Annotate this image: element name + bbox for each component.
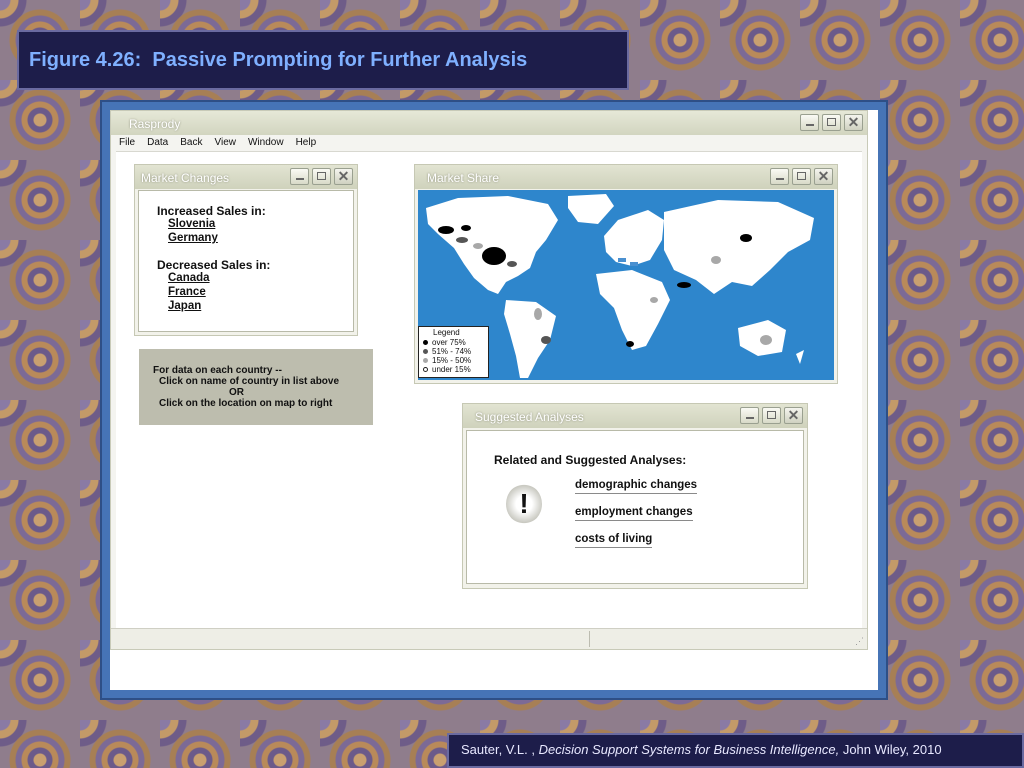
legend-item-over-75: over 75% bbox=[423, 338, 466, 347]
region-over-75-canada bbox=[482, 247, 506, 265]
app-window-controls: ✕ bbox=[800, 114, 863, 131]
country-link-france[interactable]: France bbox=[168, 286, 206, 298]
suggested-analyses-title: Suggested Analyses bbox=[475, 410, 584, 424]
citation-publisher: John Wiley, 2010 bbox=[842, 742, 942, 757]
legend-label: over 75% bbox=[432, 338, 466, 347]
region-over-75-siberia bbox=[740, 234, 752, 242]
market-share-close-button[interactable]: ✕ bbox=[814, 168, 833, 185]
analysis-link-demographic[interactable]: demographic changes bbox=[575, 479, 698, 494]
map-land-north-america bbox=[426, 196, 558, 294]
menu-back[interactable]: Back bbox=[180, 135, 202, 151]
app-minimize-button[interactable] bbox=[800, 114, 819, 131]
region-51-74-na2 bbox=[507, 261, 517, 267]
map-land-europe bbox=[604, 210, 664, 266]
exclamation-icon: ! bbox=[506, 484, 542, 524]
instructions-box: For data on each country -- Click on nam… bbox=[139, 349, 373, 425]
menu-help[interactable]: Help bbox=[296, 135, 317, 151]
legend-item-15-50: 15% - 50% bbox=[423, 356, 471, 365]
menu-bar: File Data Back View Window Help bbox=[111, 135, 867, 151]
market-changes-maximize-button[interactable] bbox=[312, 168, 331, 185]
suggested-analyses-titlebar[interactable]: Suggested Analyses ✕ bbox=[463, 404, 807, 428]
legend-title: Legend bbox=[433, 328, 460, 337]
region-51-74-sam bbox=[541, 336, 551, 344]
suggested-minimize-button[interactable] bbox=[740, 407, 759, 424]
region-over-75-alaska bbox=[461, 225, 471, 231]
europe-highlight-1 bbox=[618, 258, 626, 262]
legend-dot-white bbox=[423, 367, 428, 373]
market-share-minimize-button[interactable] bbox=[770, 168, 789, 185]
region-15-50-af bbox=[534, 308, 542, 320]
market-changes-title: Market Changes bbox=[141, 171, 230, 185]
menu-data[interactable]: Data bbox=[147, 135, 168, 151]
market-share-maximize-button[interactable] bbox=[792, 168, 811, 185]
country-link-japan[interactable]: Japan bbox=[168, 300, 201, 312]
legend-dot-dark-gray bbox=[423, 349, 428, 355]
legend-dot-light-gray bbox=[423, 358, 428, 364]
region-15-50-asia bbox=[711, 256, 721, 264]
hint-line-4: Click on the location on map to right bbox=[159, 398, 333, 409]
region-over-75-nw bbox=[438, 226, 454, 234]
menu-window[interactable]: Window bbox=[248, 135, 284, 151]
map-land-new-zealand bbox=[796, 350, 804, 364]
legend-dot-black bbox=[423, 340, 428, 346]
increased-sales-heading: Increased Sales in: bbox=[157, 204, 266, 218]
region-51-74-aus bbox=[760, 335, 772, 345]
region-over-75-mideast bbox=[677, 282, 691, 288]
analysis-link-employment[interactable]: employment changes bbox=[575, 506, 693, 521]
map-land-africa bbox=[596, 270, 670, 350]
market-changes-titlebar[interactable]: Market Changes ✕ bbox=[135, 165, 357, 189]
app-maximize-button[interactable] bbox=[822, 114, 841, 131]
suggested-analyses-controls: ✕ bbox=[740, 407, 803, 424]
map-land-asia bbox=[664, 200, 814, 294]
suggested-analyses-heading: Related and Suggested Analyses: bbox=[494, 453, 687, 467]
decreased-sales-heading: Decreased Sales in: bbox=[157, 258, 271, 272]
resize-grip-icon[interactable]: ⋰ bbox=[855, 636, 864, 647]
app-close-button[interactable]: ✕ bbox=[844, 114, 863, 131]
market-share-controls: ✕ bbox=[770, 168, 833, 185]
menu-view[interactable]: View bbox=[214, 135, 236, 151]
slide-title: Figure 4.26: Passive Prompting for Furth… bbox=[29, 49, 528, 71]
status-separator bbox=[589, 631, 590, 647]
analysis-link-costs[interactable]: costs of living bbox=[575, 533, 653, 548]
market-changes-minimize-button[interactable] bbox=[290, 168, 309, 185]
market-changes-close-button[interactable]: ✕ bbox=[334, 168, 353, 185]
menu-file[interactable]: File bbox=[119, 135, 135, 151]
legend-label: 15% - 50% bbox=[432, 356, 472, 365]
map-legend: Legend over 75% 51% - 74% 15% - 50% unde… bbox=[418, 326, 489, 378]
status-bar: ⋰ bbox=[111, 628, 867, 649]
citation-author: Sauter, V.L. , bbox=[461, 742, 535, 757]
legend-item-51-74: 51% - 74% bbox=[423, 347, 471, 356]
app-titlebar[interactable]: Rasprody ✕ bbox=[111, 111, 867, 135]
region-15-50-af2 bbox=[650, 297, 658, 303]
suggested-maximize-button[interactable] bbox=[762, 407, 781, 424]
hint-line-2: Click on name of country in list above bbox=[159, 376, 340, 387]
country-link-canada[interactable]: Canada bbox=[168, 272, 210, 284]
hint-line-1: For data on each country -- bbox=[153, 365, 282, 376]
legend-label: under 15% bbox=[432, 365, 471, 374]
country-link-slovenia[interactable]: Slovenia bbox=[168, 218, 215, 230]
citation-book: Decision Support Systems for Business In… bbox=[538, 742, 840, 757]
market-changes-controls: ✕ bbox=[290, 168, 353, 185]
suggested-close-button[interactable]: ✕ bbox=[784, 407, 803, 424]
citation: Sauter, V.L. , Decision Support Systems … bbox=[447, 733, 1024, 768]
region-15-50-na bbox=[473, 243, 483, 249]
market-share-title: Market Share bbox=[427, 171, 500, 185]
map-land-greenland bbox=[568, 194, 614, 224]
slide-title-box: Figure 4.26: Passive Prompting for Furth… bbox=[17, 30, 629, 90]
legend-item-under-15: under 15% bbox=[423, 365, 471, 374]
europe-highlight-2 bbox=[630, 262, 638, 266]
legend-label: 51% - 74% bbox=[432, 347, 472, 356]
market-share-titlebar[interactable]: Market Share ✕ bbox=[415, 165, 837, 189]
region-over-75-sa bbox=[626, 341, 634, 347]
app-title: Rasprody bbox=[129, 117, 181, 131]
hint-line-3: OR bbox=[229, 387, 244, 398]
region-51-74-na bbox=[456, 237, 468, 243]
country-link-germany[interactable]: Germany bbox=[168, 232, 218, 244]
